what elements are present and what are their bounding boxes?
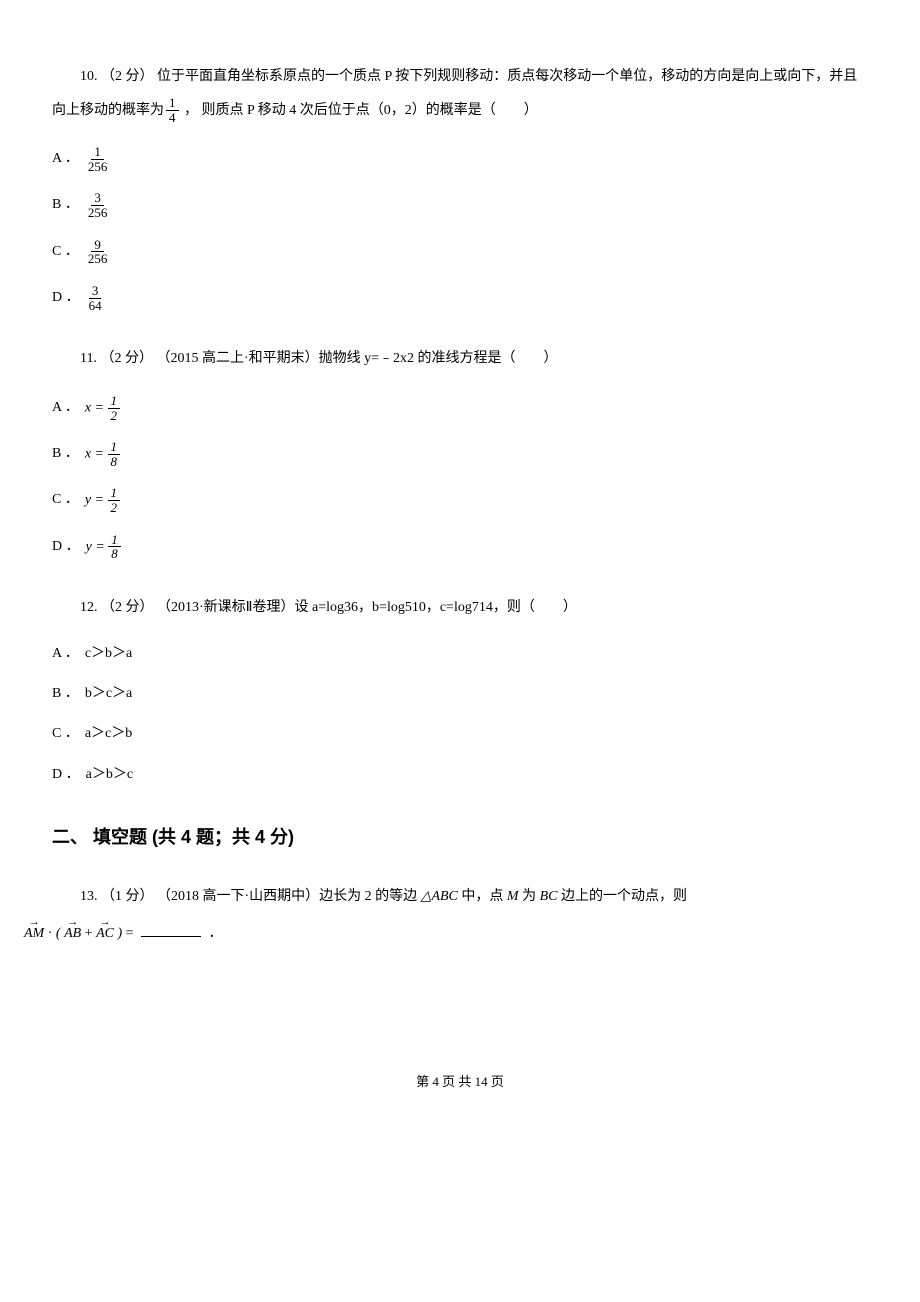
option-label: D ． [52, 287, 80, 309]
vector-am-icon: AM [24, 916, 44, 952]
option-content: b＞c＞a [85, 683, 132, 705]
option-label: A ． [52, 643, 79, 665]
question-11: 11. （2 分） （2015 高二上·和平期末）抛物线 y=﹣2x2 的准线方… [52, 342, 868, 561]
q13-prefix: 13. （1 分） （2018 高一下·山西期中）边长为 2 的等边 [80, 889, 421, 904]
fraction-icon: 1256 [85, 145, 111, 173]
question-12-option-b: B ． b＞c＞a [52, 683, 868, 705]
option-content: y = 12 [85, 486, 120, 514]
option-label: B ． [52, 443, 79, 465]
fraction-icon: 3256 [85, 191, 111, 219]
vector-ac-icon: AC [96, 916, 114, 952]
question-10-option-d: D ． 364 [52, 284, 868, 312]
equals: = [126, 926, 137, 941]
fraction-icon: 9256 [85, 238, 111, 266]
question-10-text: 10. （2 分） 位于平面直角坐标系原点的一个质点 P 按下列规则移动：质点每… [52, 60, 868, 127]
option-label: D ． [52, 764, 80, 786]
question-10-inline-frac: 14 [166, 96, 179, 124]
fraction-icon: 18 [108, 440, 121, 468]
question-12-option-c: C ． a＞c＞b [52, 723, 868, 745]
point-m: M [507, 889, 519, 904]
question-10-option-c: C ． 9256 [52, 238, 868, 266]
section-2-header: 二、 填空题 (共 4 题；共 4 分) [52, 824, 868, 851]
option-label: C ． [52, 241, 79, 263]
fraction-icon: 364 [86, 284, 105, 312]
dot-operator: · [48, 926, 56, 941]
question-13: 13. （1 分） （2018 高一下·山西期中）边长为 2 的等边 △ABC … [52, 879, 868, 952]
fraction-icon: 12 [108, 486, 121, 514]
triangle-abc: △ABC [421, 889, 458, 904]
option-content: 1256 [85, 145, 111, 173]
option-content: c＞b＞a [85, 643, 132, 665]
option-label: D ． [52, 536, 80, 558]
question-11-text: 11. （2 分） （2015 高二上·和平期末）抛物线 y=﹣2x2 的准线方… [52, 342, 868, 376]
option-content: a＞c＞b [85, 723, 132, 745]
period: ． [209, 926, 223, 941]
option-content: a＞b＞c [86, 764, 133, 786]
question-12-text: 12. （2 分） （2013·新课标Ⅱ卷理）设 a=log36，b=log51… [52, 591, 868, 625]
question-11-option-a: A ． x = 12 [52, 394, 868, 422]
fill-blank [141, 922, 201, 937]
q13-mid1: 中，点 [461, 889, 507, 904]
question-13-text: 13. （1 分） （2018 高一下·山西期中）边长为 2 的等边 △ABC … [52, 879, 868, 952]
option-content: x = 18 [85, 440, 120, 468]
question-11-option-c: C ． y = 12 [52, 486, 868, 514]
fraction-icon: 12 [108, 394, 121, 422]
fraction-icon: 18 [108, 533, 121, 561]
option-content: y = 18 [86, 533, 121, 561]
plus-operator: + [85, 926, 96, 941]
q13-mid2: 为 [522, 889, 540, 904]
question-12: 12. （2 分） （2013·新课标Ⅱ卷理）设 a=log36，b=log51… [52, 591, 868, 786]
option-label: C ． [52, 723, 79, 745]
option-label: C ． [52, 489, 79, 511]
option-content: 9256 [85, 238, 111, 266]
question-10-option-a: A ． 1256 [52, 145, 868, 173]
option-label: B ． [52, 683, 79, 705]
option-content: 3256 [85, 191, 111, 219]
option-label: A ． [52, 148, 79, 170]
vector-ab-icon: AB [64, 916, 81, 952]
page-footer: 第 4 页 共 14 页 [52, 1072, 868, 1092]
question-10-suffix: ， 则质点 P 移动 4 次后位于点（0，2）的概率是（ ） [181, 103, 538, 118]
question-11-option-d: D ． y = 18 [52, 533, 868, 561]
option-label: B ． [52, 194, 79, 216]
q13-mid3: 边上的一个动点，则 [561, 889, 687, 904]
question-11-option-b: B ． x = 18 [52, 440, 868, 468]
option-content: x = 12 [85, 394, 120, 422]
question-12-option-a: A ． c＞b＞a [52, 643, 868, 665]
option-content: 364 [86, 284, 105, 312]
lparen: ( [56, 926, 61, 941]
question-10: 10. （2 分） 位于平面直角坐标系原点的一个质点 P 按下列规则移动：质点每… [52, 60, 868, 312]
option-label: A ． [52, 397, 79, 419]
rparen: ) [117, 926, 122, 941]
side-bc: BC [540, 889, 558, 904]
question-12-option-d: D ． a＞b＞c [52, 764, 868, 786]
question-10-option-b: B ． 3256 [52, 191, 868, 219]
